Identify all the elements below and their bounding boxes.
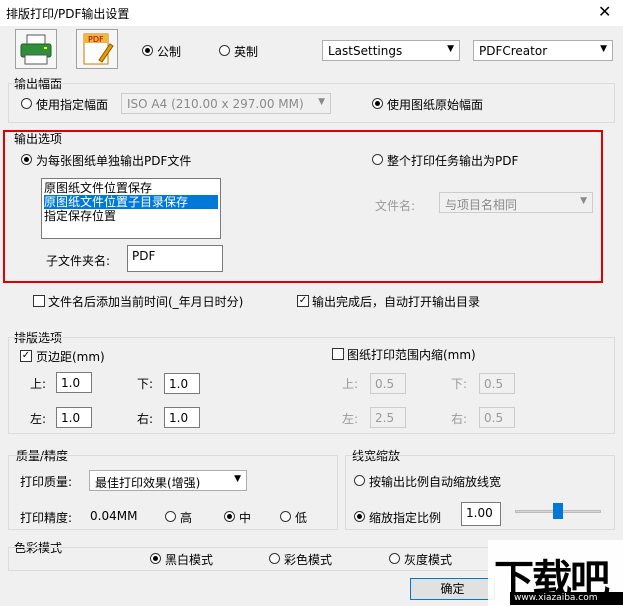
margin-bottom-label: 下: — [137, 377, 154, 391]
whole-job-pdf-radio[interactable] — [372, 154, 383, 165]
add-time-label: 文件名后添加当前时间(_年月日时分) — [48, 295, 244, 309]
unit-imperial-radio[interactable] — [219, 45, 230, 56]
shrink-top-value: 0.5 — [375, 377, 395, 391]
use-original-size-label: 使用图纸原始幅面 — [387, 98, 484, 112]
shrink-left-value: 2.5 — [375, 411, 395, 425]
gray-mode-radio[interactable] — [389, 553, 400, 564]
list-item[interactable]: 指定保存位置 — [44, 209, 116, 223]
margin-right-value: 1.0 — [169, 411, 189, 425]
use-original-size-radio[interactable] — [372, 98, 383, 109]
filename-value: 与项目名相同 — [445, 198, 518, 212]
filename-select[interactable]: 与项目名相同 ▼ — [439, 192, 593, 213]
settings-select-value: LastSettings — [328, 44, 403, 58]
chevron-down-icon: ▼ — [234, 474, 241, 484]
chevron-down-icon: ▼ — [318, 97, 325, 107]
precision-label: 打印精度: — [20, 511, 73, 525]
precision-mid-label: 中 — [239, 511, 252, 525]
use-specified-size-label: 使用指定幅面 — [36, 98, 109, 112]
pdf-icon-text: PDF — [88, 35, 104, 44]
chevron-down-icon: ▼ — [447, 44, 454, 54]
close-icon[interactable]: ✕ — [598, 2, 611, 21]
gray-mode-label: 灰度模式 — [404, 553, 453, 567]
subfolder-input[interactable]: PDF — [127, 245, 223, 272]
chevron-down-icon: ▼ — [600, 44, 607, 54]
precision-high-radio[interactable] — [165, 511, 176, 522]
unit-metric-label: 公制 — [157, 45, 182, 59]
specified-scale-label: 缩放指定比例 — [369, 511, 442, 525]
margin-checkbox[interactable]: ✓ — [20, 350, 32, 362]
unit-metric-radio[interactable] — [142, 45, 153, 56]
margin-bottom-value: 1.0 — [169, 377, 189, 391]
shrink-checkbox[interactable] — [332, 348, 344, 360]
scale-slider-thumb[interactable] — [553, 503, 563, 519]
print-quality-value: 最佳打印效果(增强) — [95, 476, 201, 490]
shrink-label: 图纸打印范围内缩(mm) — [347, 348, 476, 362]
shrink-top-label: 上: — [342, 377, 359, 391]
list-item[interactable]: 原图纸文件位置保存 — [44, 181, 152, 195]
margin-right-label: 右: — [137, 412, 154, 426]
shrink-right-value: 0.5 — [484, 411, 504, 425]
shrink-bottom-label: 下: — [451, 377, 468, 391]
margin-top-input[interactable]: 1.0 — [56, 372, 92, 393]
open-after-label: 输出完成后，自动打开输出目录 — [312, 295, 481, 309]
output-options-title: 输出选项 — [14, 132, 63, 146]
printer-select-value: PDFCreator — [479, 44, 548, 58]
add-time-checkbox[interactable] — [33, 295, 45, 307]
save-location-list[interactable]: 原图纸文件位置保存 原图纸文件位置子目录保存 指定保存位置 — [41, 178, 221, 239]
bw-mode-radio[interactable] — [150, 553, 161, 564]
scale-value: 1.00 — [466, 506, 493, 520]
auto-linewidth-label: 按输出比例自动缩放线宽 — [369, 475, 502, 489]
color-mode-label: 彩色模式 — [284, 553, 333, 567]
chevron-down-icon: ▼ — [580, 196, 587, 206]
shrink-right-input[interactable]: 0.5 — [479, 407, 515, 428]
margin-left-input[interactable]: 1.0 — [56, 407, 92, 428]
shrink-left-input[interactable]: 2.5 — [370, 407, 406, 428]
margin-left-value: 1.0 — [61, 411, 81, 425]
watermark-url: www.xiazaiba.com — [514, 593, 598, 603]
precision-low-label: 低 — [295, 511, 308, 525]
pdf-export-button[interactable]: PDF — [76, 29, 118, 69]
margin-bottom-input[interactable]: 1.0 — [164, 373, 200, 394]
shrink-right-label: 右: — [451, 412, 468, 426]
precision-mid-radio[interactable] — [224, 511, 235, 522]
shrink-bottom-input[interactable]: 0.5 — [479, 373, 515, 394]
ok-button[interactable]: 确定 — [410, 578, 495, 600]
per-sheet-pdf-radio[interactable] — [21, 154, 32, 165]
paper-size-value: ISO A4 (210.00 x 297.00 MM) — [127, 97, 304, 111]
scale-input[interactable]: 1.00 — [461, 502, 501, 526]
printer-icon — [20, 34, 52, 65]
window-title: 排版打印/PDF输出设置 — [6, 7, 130, 21]
shrink-left-label: 左: — [342, 412, 359, 426]
precision-value: 0.04MM — [90, 509, 138, 523]
shrink-top-input[interactable]: 0.5 — [370, 373, 406, 394]
printer-select[interactable]: PDFCreator ▼ — [473, 40, 613, 61]
print-quality-label: 打印质量: — [20, 475, 73, 489]
margin-label: 页边距(mm) — [36, 350, 105, 364]
shrink-bottom-value: 0.5 — [484, 377, 504, 391]
use-specified-size-radio[interactable] — [21, 98, 32, 109]
subfolder-value: PDF — [132, 249, 156, 263]
precision-high-label: 高 — [180, 511, 193, 525]
bw-mode-label: 黑白模式 — [165, 553, 214, 567]
settings-select[interactable]: LastSettings ▼ — [322, 40, 460, 61]
print-quality-select[interactable]: 最佳打印效果(增强) ▼ — [89, 470, 247, 491]
pdf-icon: PDF — [83, 33, 114, 65]
per-sheet-pdf-label: 为每张图纸单独输出PDF文件 — [36, 154, 192, 168]
margin-top-label: 上: — [30, 377, 47, 391]
filename-label: 文件名: — [375, 199, 416, 213]
margin-right-input[interactable]: 1.0 — [164, 407, 200, 428]
paper-size-select[interactable]: ISO A4 (210.00 x 297.00 MM) ▼ — [121, 93, 331, 114]
auto-linewidth-radio[interactable] — [354, 475, 365, 486]
open-after-checkbox[interactable]: ✓ — [297, 295, 309, 307]
subfolder-label: 子文件夹名: — [46, 254, 111, 268]
specified-scale-radio[interactable] — [354, 511, 365, 522]
margin-top-value: 1.0 — [61, 376, 81, 390]
print-button[interactable] — [15, 29, 57, 69]
margin-left-label: 左: — [30, 412, 47, 426]
precision-low-radio[interactable] — [280, 511, 291, 522]
whole-job-pdf-label: 整个打印任务输出为PDF — [387, 154, 519, 168]
unit-imperial-label: 英制 — [234, 45, 259, 59]
list-item[interactable]: 原图纸文件位置子目录保存 — [44, 195, 218, 209]
color-mode-radio[interactable] — [269, 553, 280, 564]
